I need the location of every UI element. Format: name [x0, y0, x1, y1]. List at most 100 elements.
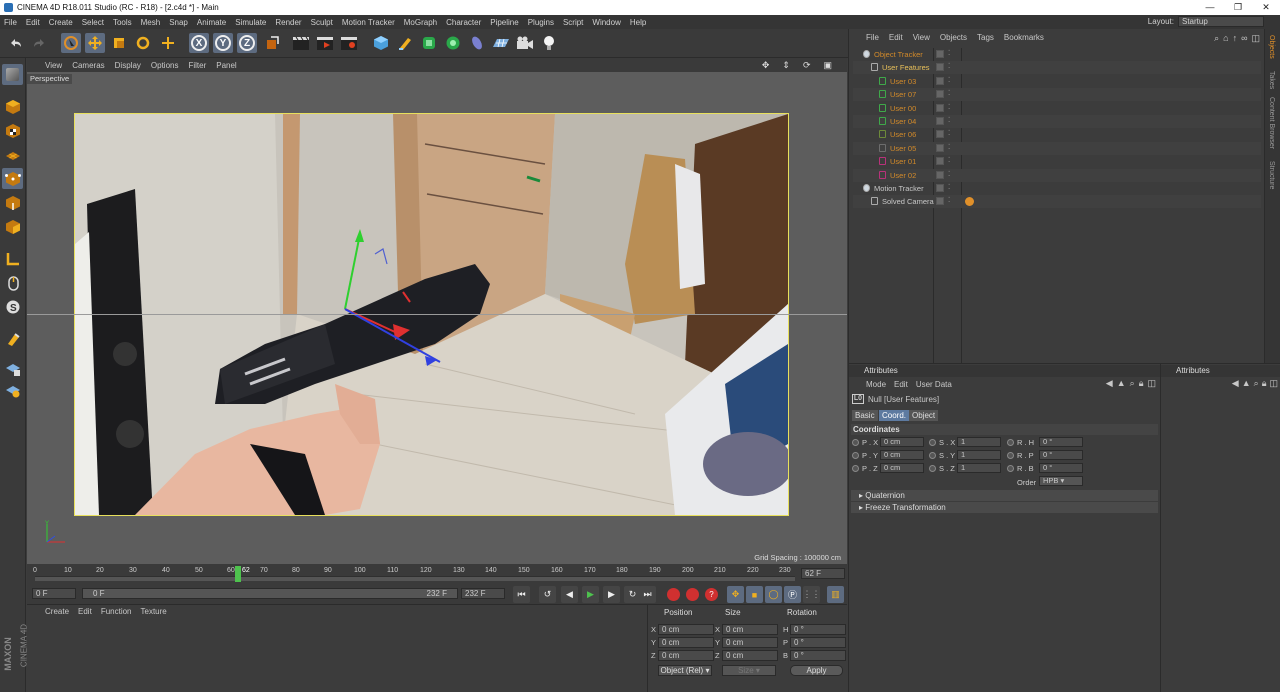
visibility-dots[interactable]: ⁚	[948, 156, 950, 164]
object-name[interactable]: User 07	[890, 90, 916, 99]
size-y-field[interactable]: 0 cm	[722, 637, 778, 648]
key-pla-button[interactable]: ⋮⋮	[803, 586, 821, 603]
z-axis-lock-button[interactable]: Z	[237, 33, 257, 53]
coordinate-mode-dropdown[interactable]: Object (Rel) ▾	[658, 665, 712, 676]
light-button[interactable]	[539, 33, 559, 53]
model-mode-button[interactable]	[2, 96, 23, 117]
rotation-b-field[interactable]: 0 °	[790, 650, 846, 661]
key-scale-button[interactable]: ■	[746, 586, 763, 603]
visibility-dots[interactable]: ⁚	[948, 196, 950, 204]
tracker-tag-icon[interactable]	[965, 197, 974, 207]
size-mode-dropdown[interactable]: Size ▾	[722, 665, 776, 676]
coordinate-system-button[interactable]	[262, 33, 282, 53]
up-arrow-icon[interactable]: ▲	[1117, 378, 1126, 389]
menu-tools[interactable]: Tools	[113, 18, 132, 27]
object-name[interactable]: Motion Tracker	[874, 184, 924, 193]
home-icon[interactable]: ⌂	[1223, 33, 1228, 44]
visibility-dots[interactable]: ⁚	[948, 143, 950, 151]
material-menu-texture[interactable]: Texture	[141, 607, 167, 619]
tab-objects[interactable]: Objects	[1268, 35, 1275, 59]
menu-script[interactable]: Script	[563, 18, 583, 27]
rotation-p-field[interactable]: 0 °	[790, 637, 846, 648]
cloner-button[interactable]	[443, 33, 463, 53]
animation-toggle[interactable]	[1007, 439, 1014, 446]
minimize-button[interactable]: —	[1196, 0, 1224, 15]
pen-button[interactable]	[395, 33, 415, 53]
layer-checkbox[interactable]	[936, 117, 944, 125]
menu-motion-tracker[interactable]: Motion Tracker	[342, 18, 395, 27]
scale-y-input[interactable]: 1	[957, 450, 1001, 460]
objects-menu-objects[interactable]: Objects	[940, 33, 967, 45]
lock-icon[interactable]: 🔒︎	[1139, 378, 1144, 389]
redo-button[interactable]	[29, 33, 49, 53]
cube-button[interactable]	[371, 33, 391, 53]
toggle-view-icon[interactable]: ▣	[823, 60, 832, 71]
menu-render[interactable]: Render	[275, 18, 301, 27]
play-button[interactable]: ▶	[582, 586, 599, 603]
menu-snap[interactable]: Snap	[169, 18, 188, 27]
animation-toggle[interactable]	[929, 439, 936, 446]
viewport-menu-panel[interactable]: Panel	[216, 61, 236, 70]
workplane-mode-button[interactable]	[2, 144, 23, 165]
render-view-button[interactable]	[291, 33, 311, 53]
timeline-ruler[interactable]: 0 10 20 30 40 50 60 62 70 80 90 100 110 …	[27, 564, 847, 584]
visibility-dots[interactable]: ⁚	[948, 76, 950, 84]
apply-button[interactable]: Apply	[790, 665, 843, 676]
back-arrow-icon[interactable]: ◀	[1232, 378, 1239, 389]
recent-tool-button[interactable]	[158, 33, 178, 53]
render-picture-viewer-button[interactable]	[315, 33, 335, 53]
workplane-lock-button[interactable]	[2, 358, 23, 379]
visibility-dots[interactable]: ⁚	[948, 183, 950, 191]
tab-coord[interactable]: Coord.	[879, 410, 910, 421]
menu-mesh[interactable]: Mesh	[141, 18, 161, 27]
previous-key-button[interactable]: ↺	[539, 586, 556, 603]
position-y-input[interactable]: 0 cm	[880, 450, 924, 460]
layer-checkbox[interactable]	[936, 63, 944, 72]
object-name[interactable]: User 04	[890, 117, 916, 126]
visibility-dots[interactable]: ⁚	[948, 49, 950, 57]
autokey-button[interactable]	[684, 586, 701, 603]
lock-icon[interactable]: 🔒︎	[1262, 378, 1267, 389]
object-row[interactable]: User 00 ⁚	[853, 102, 1261, 115]
objects-menu-view[interactable]: View	[913, 33, 930, 45]
viewport-menu-options[interactable]: Options	[151, 61, 179, 70]
object-row[interactable]: Object Tracker ⁚	[853, 48, 1261, 61]
subdivision-button[interactable]	[419, 33, 439, 53]
visibility-dots[interactable]: ⁚	[948, 62, 950, 70]
end-frame-field[interactable]: 232 F	[461, 588, 505, 599]
position-x-input[interactable]: 0 cm	[880, 437, 924, 447]
object-name[interactable]: User 06	[890, 130, 916, 139]
floor-button[interactable]	[491, 33, 511, 53]
key-position-button[interactable]: ✥	[727, 586, 744, 603]
visibility-dots[interactable]: ⁚	[948, 170, 950, 178]
layer-checkbox[interactable]	[936, 130, 944, 139]
objects-menu-edit[interactable]: Edit	[889, 33, 903, 45]
material-menu-edit[interactable]: Edit	[78, 607, 92, 619]
animation-toggle[interactable]	[852, 452, 859, 459]
object-row[interactable]: Solved Camera ⁚	[853, 195, 1261, 209]
size-x-field[interactable]: 0 cm	[722, 624, 778, 635]
scale-z-input[interactable]: 1	[957, 463, 1001, 473]
menu-simulate[interactable]: Simulate	[235, 18, 266, 27]
pan-icon[interactable]: ✥	[762, 60, 770, 71]
scale-tool-button[interactable]	[109, 33, 129, 53]
back-arrow-icon[interactable]: ◀	[1106, 378, 1113, 389]
menu-window[interactable]: Window	[592, 18, 620, 27]
layer-checkbox[interactable]	[936, 184, 944, 192]
snap-button[interactable]: S	[2, 296, 23, 317]
search-icon[interactable]: ⌕	[1254, 378, 1259, 389]
record-button[interactable]	[665, 586, 682, 603]
objects-menu-tags[interactable]: Tags	[977, 33, 994, 45]
rotation-h-input[interactable]: 0 °	[1039, 437, 1083, 447]
new-window-icon[interactable]: ◫	[1269, 378, 1278, 389]
menu-sculpt[interactable]: Sculpt	[311, 18, 333, 27]
object-name[interactable]: Object Tracker	[874, 50, 923, 59]
object-name[interactable]: User 05	[890, 144, 916, 153]
texture-mode-button[interactable]	[2, 120, 23, 141]
close-button[interactable]: ✕	[1252, 0, 1280, 15]
order-dropdown[interactable]: HPB ▾	[1039, 476, 1083, 486]
camera-button[interactable]	[515, 33, 535, 53]
position-x-field[interactable]: 0 cm	[658, 624, 714, 635]
layer-checkbox[interactable]	[936, 50, 944, 58]
undo-button[interactable]	[6, 33, 26, 53]
